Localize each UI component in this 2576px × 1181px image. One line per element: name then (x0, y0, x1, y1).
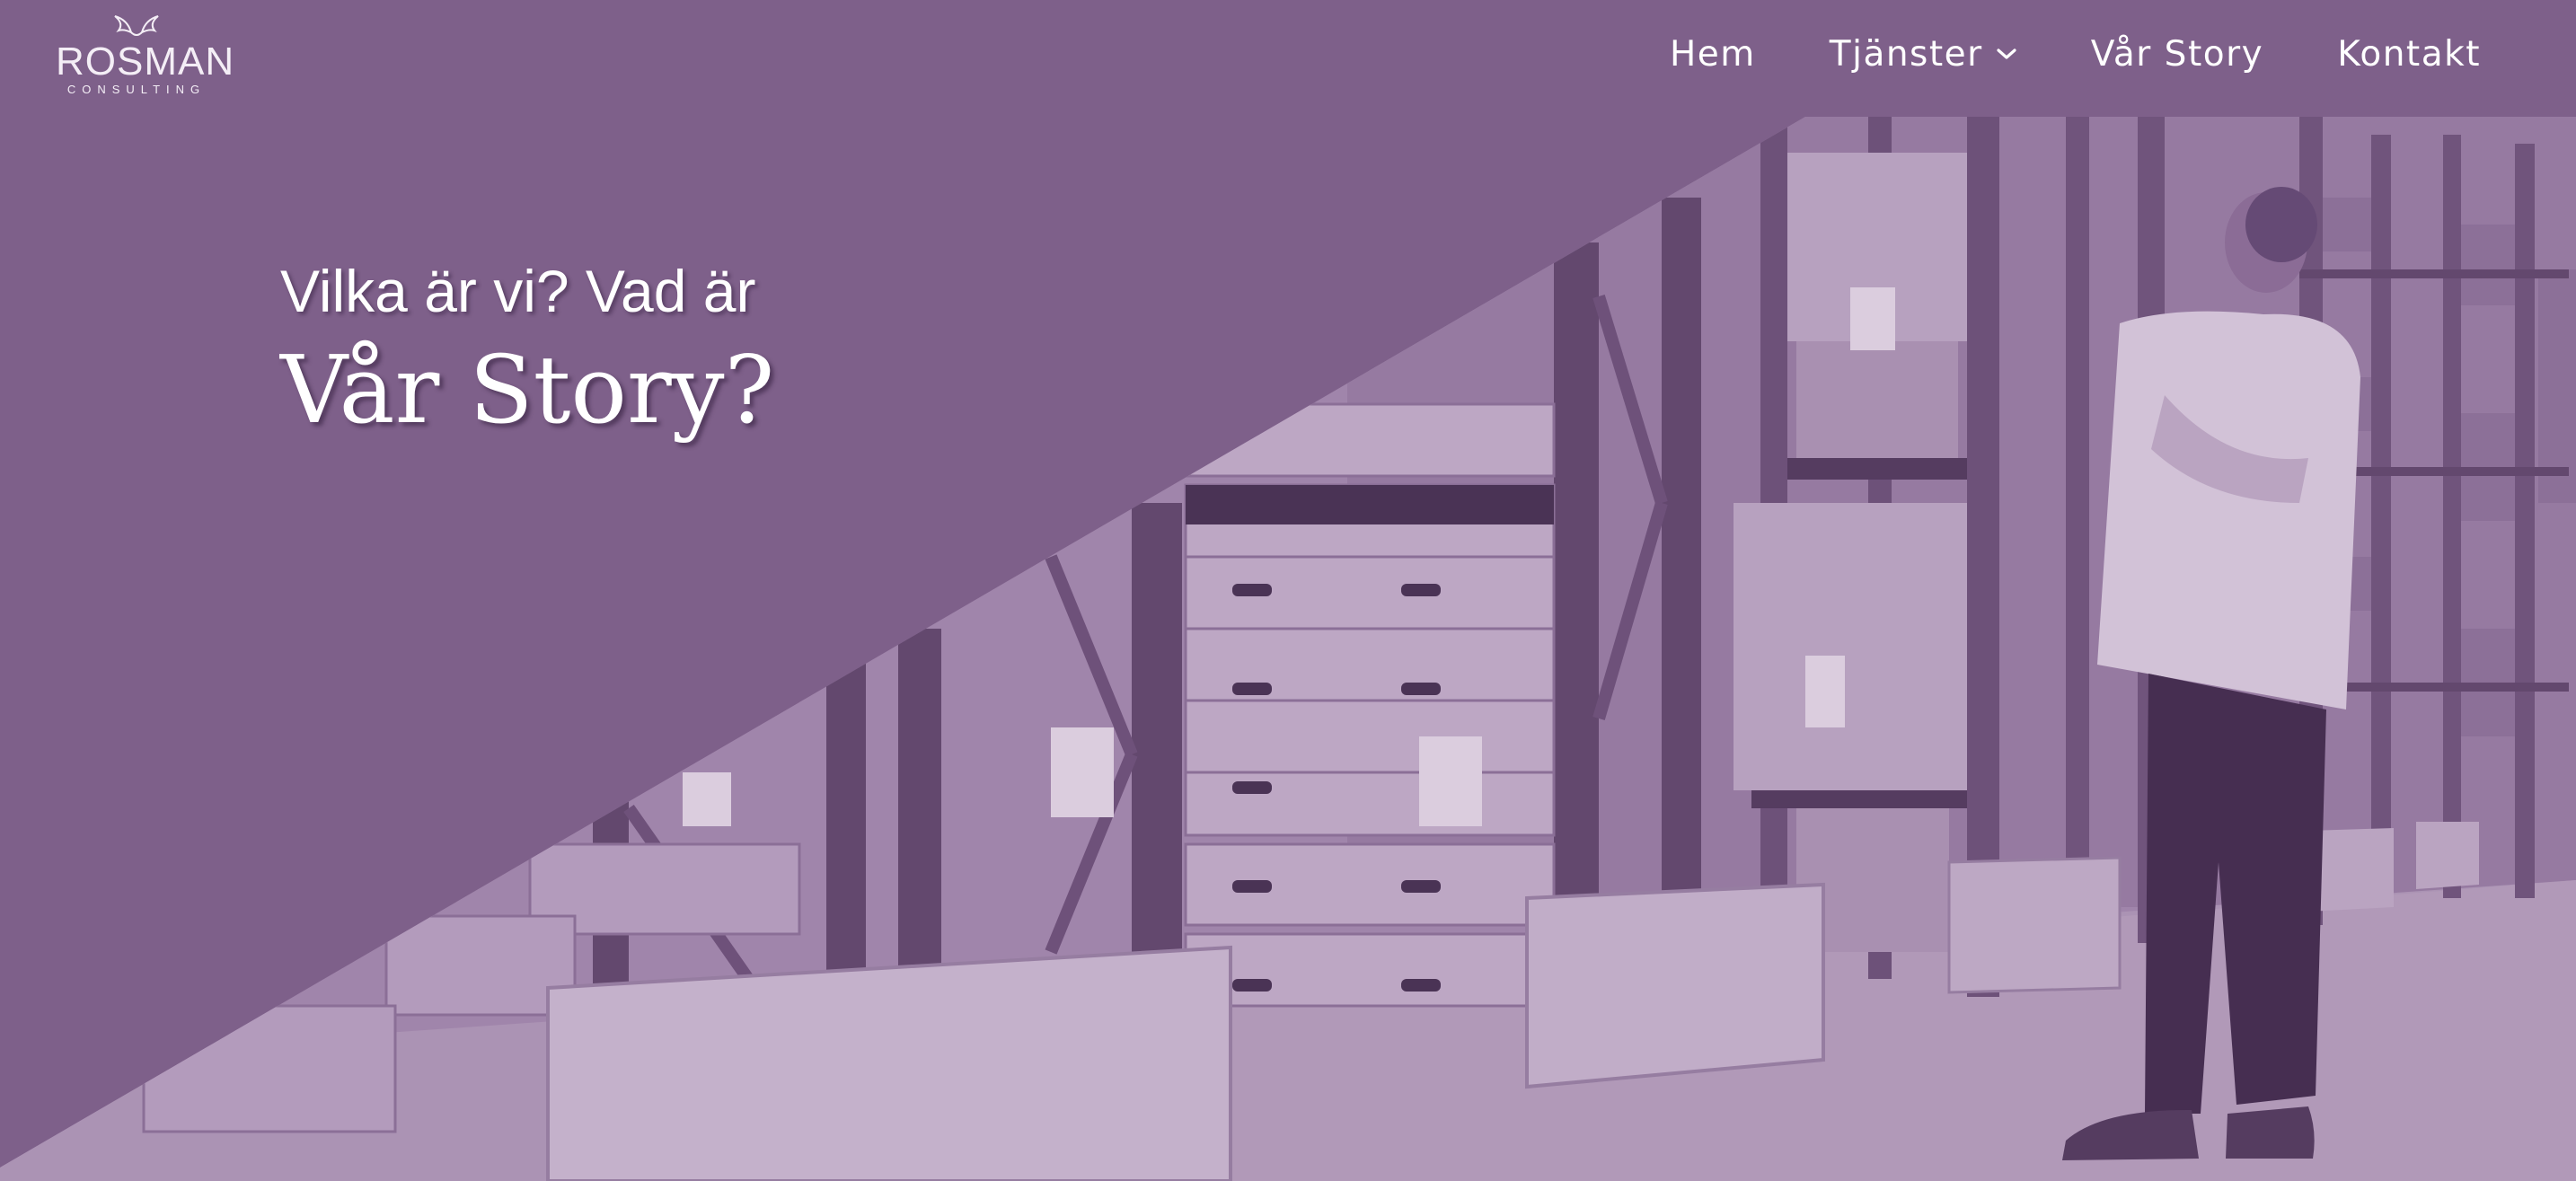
main-nav: Hem Tjänster Vår Story Kontakt (1670, 27, 2481, 81)
nav-item-label: Vår Story (2090, 33, 2264, 75)
chevron-down-icon (1997, 48, 2016, 59)
owl-logo-icon (114, 15, 159, 36)
nav-item-label: Kontakt (2337, 33, 2481, 75)
nav-item-var-story[interactable]: Vår Story (2091, 34, 2264, 75)
site-header: ROSMAN CONSULTING Hem Tjänster Vår Story… (0, 0, 2576, 117)
nav-item-label: Tjänster (1829, 33, 1983, 75)
nav-item-label: Hem (1669, 33, 1756, 75)
hero-section: Vilka är vi? Vad är Vår Story? (0, 0, 2576, 1181)
brand-logo[interactable]: ROSMAN CONSULTING (56, 13, 235, 102)
nav-item-kontakt[interactable]: Kontakt (2337, 34, 2481, 75)
warehouse-photo (0, 117, 2576, 1181)
brand-name: ROSMAN (56, 40, 235, 84)
hero-kicker: Vilka är vi? Vad är (280, 258, 756, 324)
hero-title: Vår Story? (280, 335, 775, 445)
brand-tagline: CONSULTING (66, 83, 207, 96)
hero-headline: Vilka är vi? Vad är Vår Story? (280, 256, 774, 448)
nav-item-tjanster[interactable]: Tjänster (1830, 34, 2017, 75)
nav-item-hem[interactable]: Hem (1670, 34, 1756, 75)
